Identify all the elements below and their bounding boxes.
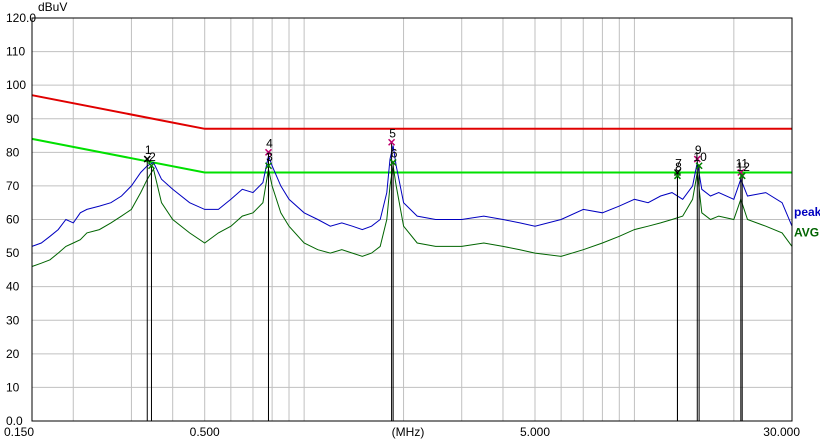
y-tick-label: 100 — [6, 78, 26, 92]
marker-label: 10 — [693, 150, 707, 164]
marker-label: 8 — [675, 160, 682, 174]
x-tick-label: 0.150 — [4, 425, 34, 439]
y-tick-label: 110 — [6, 45, 25, 59]
x-tick-label: 30.000 — [763, 425, 800, 439]
y-tick-label: 120.0 — [6, 11, 36, 25]
y-tick-label: 60 — [6, 213, 20, 227]
marker-label: 3 — [266, 150, 273, 164]
marker-label: 5 — [389, 126, 396, 140]
marker-label: 6 — [391, 146, 398, 160]
y-axis-label: dBuV — [38, 0, 67, 14]
y-tick-label: 30 — [6, 313, 20, 327]
x-axis-label: (MHz) — [392, 425, 425, 439]
y-tick-label: 20 — [6, 347, 20, 361]
emi-spectrum-chart: 12435678910 1112 0.0102030405060708090100… — [0, 0, 820, 443]
marker-label: 4 — [266, 136, 273, 150]
legend-entry-avg: AVG — [794, 225, 819, 239]
y-tick-label: 90 — [6, 112, 20, 126]
marker-label: 12 — [737, 160, 751, 174]
marker-label: 2 — [149, 150, 156, 164]
x-tick-label: 5.000 — [520, 425, 550, 439]
y-tick-label: 70 — [6, 179, 20, 193]
y-tick-label: 50 — [6, 246, 20, 260]
y-tick-label: 80 — [6, 145, 20, 159]
legend-entry-peak: peak — [794, 205, 820, 219]
x-tick-label: 0.500 — [190, 425, 220, 439]
y-tick-label: 40 — [6, 280, 20, 294]
y-tick-label: 10 — [6, 380, 20, 394]
